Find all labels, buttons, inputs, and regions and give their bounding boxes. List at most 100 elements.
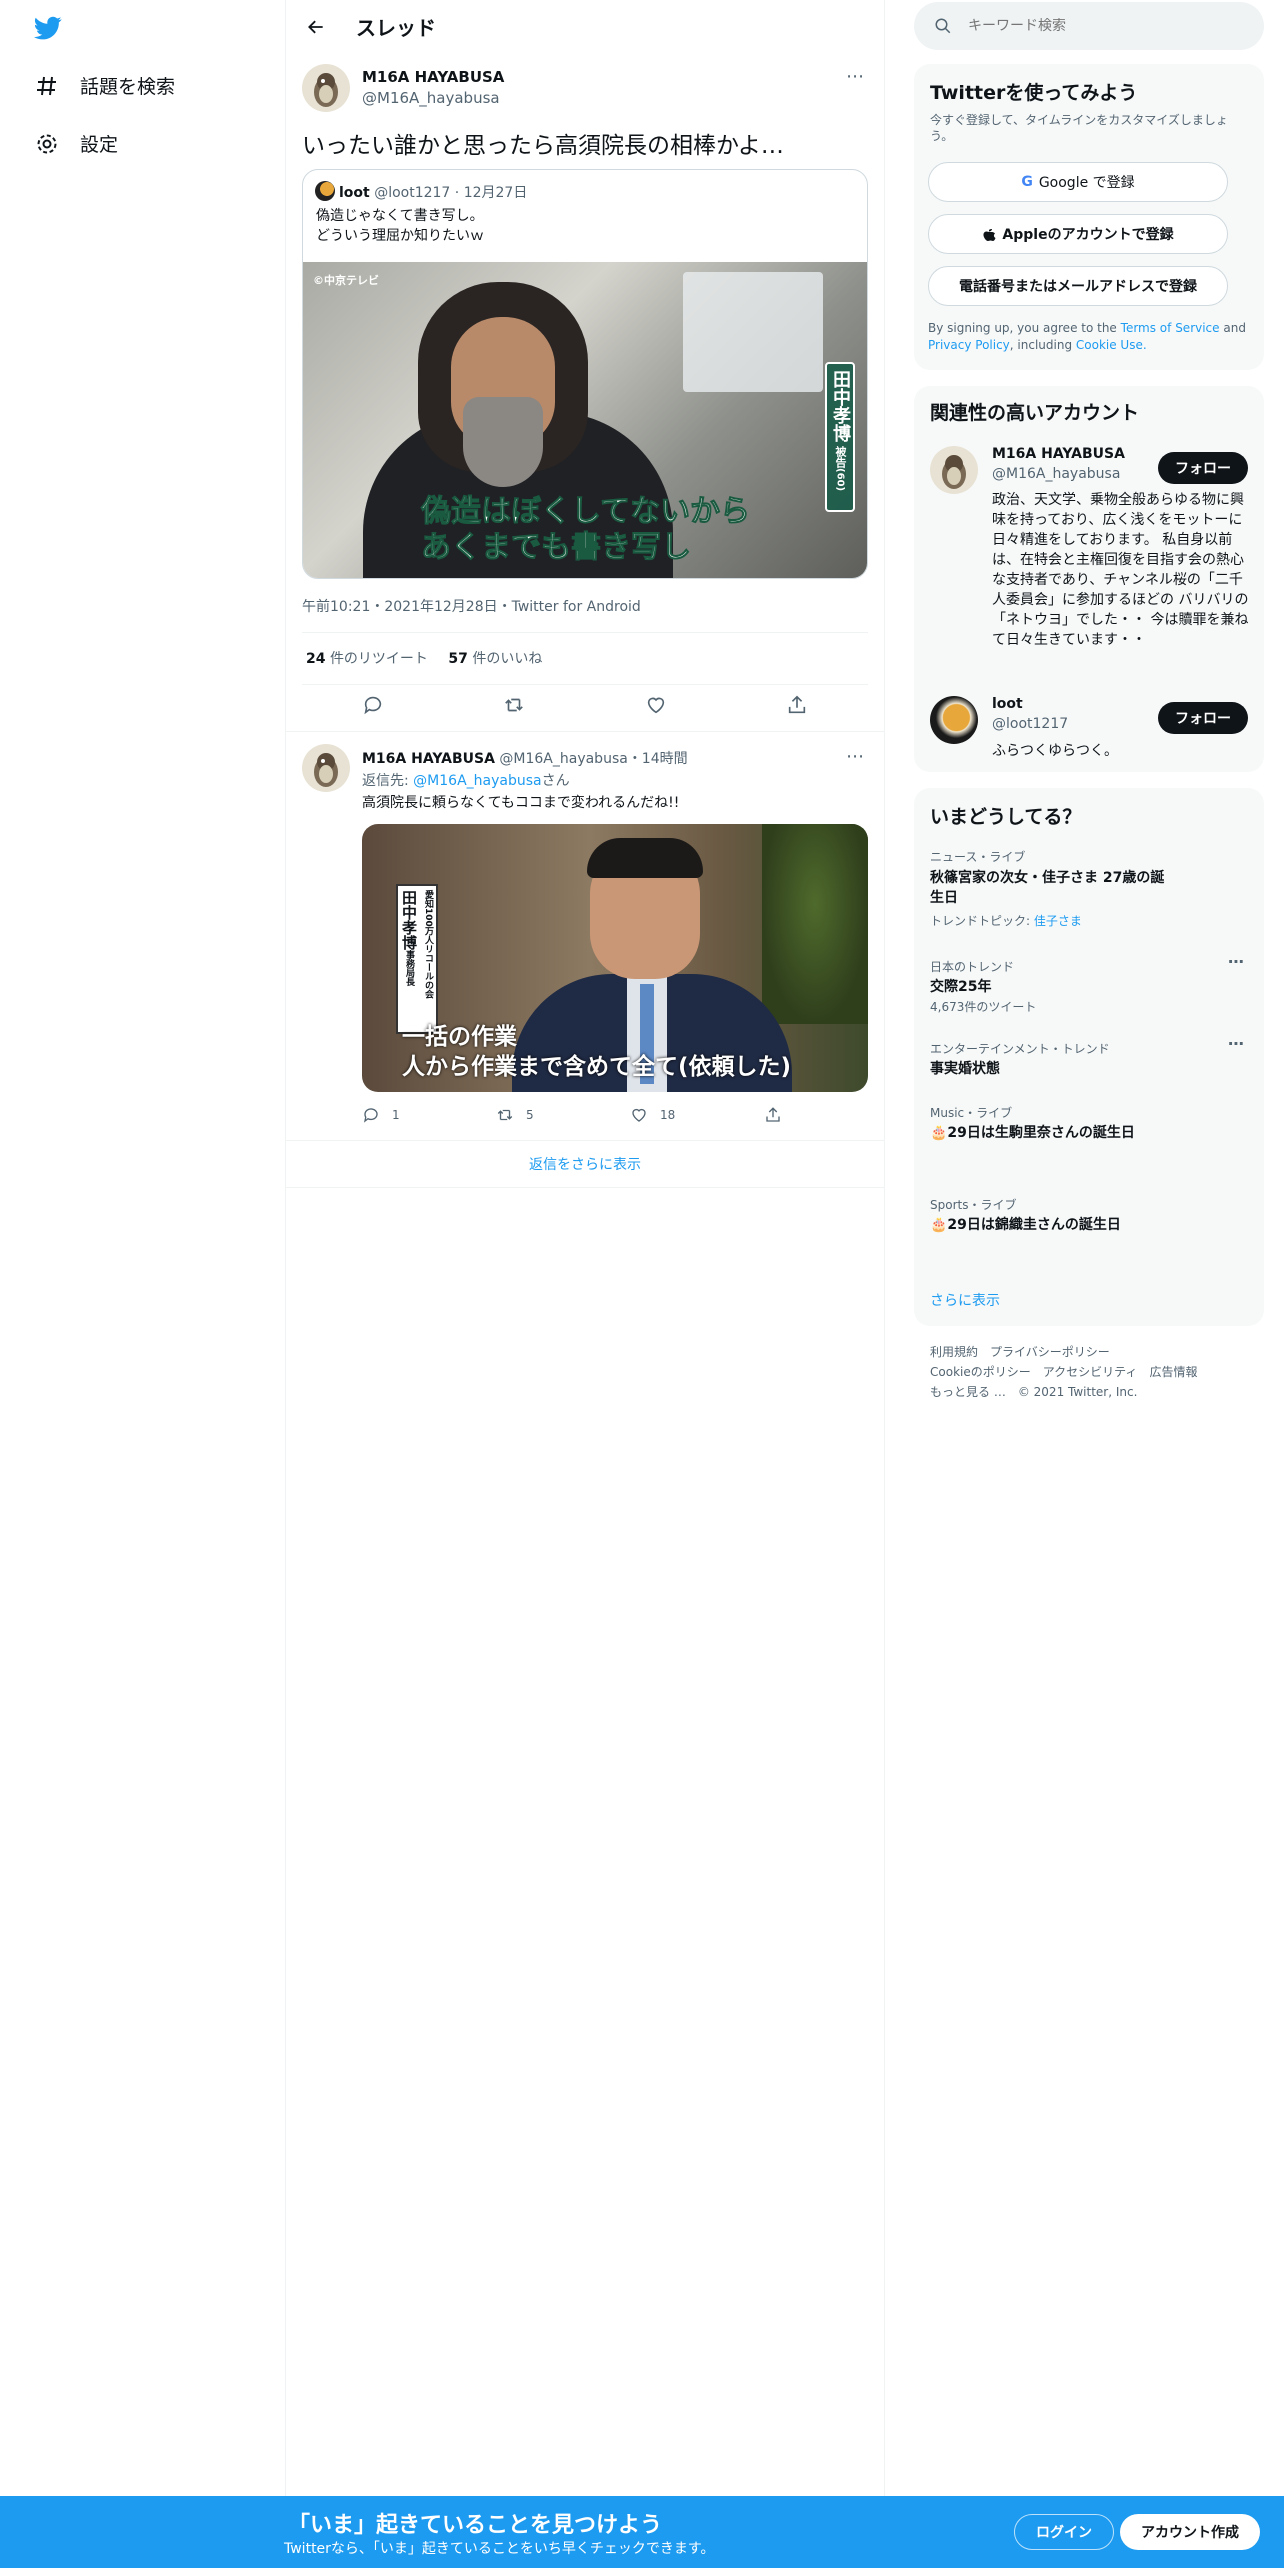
reply-time[interactable]: ・14時間: [628, 751, 688, 767]
related-handle-2[interactable]: @loot1217: [992, 716, 1068, 732]
footer-more[interactable]: もっと見る …: [930, 1385, 1006, 1399]
reply-to-link[interactable]: @M16A_hayabusa: [413, 773, 541, 789]
search-bar[interactable]: [914, 2, 1264, 50]
phone-signup-button[interactable]: 電話番号またはメールアドレスで登録: [928, 266, 1228, 306]
show-more-replies[interactable]: 返信をさらに表示: [286, 1154, 884, 1174]
more-options-icon[interactable]: ⋯: [846, 66, 865, 87]
man-hair: [587, 838, 703, 878]
retweet-stat[interactable]: 24 件のリツイート: [306, 651, 428, 667]
search-input[interactable]: [968, 18, 1228, 34]
nav-settings[interactable]: 設定: [34, 130, 118, 157]
reply-icon[interactable]: [362, 694, 384, 716]
reply-to-suffix: さん: [541, 773, 570, 789]
quote-image[interactable]: ©中京テレビ 田中孝博 被告 (60) 偽造はぼくしてないから あくまでも書き写…: [303, 262, 867, 578]
like-icon[interactable]: [645, 694, 667, 716]
like-icon: [632, 1108, 646, 1122]
image-caption-1: 偽造はぼくしてないから: [420, 494, 751, 530]
quote-avatar: [315, 181, 335, 201]
falcon-avatar-icon: [314, 753, 338, 787]
trend-context: Music・ライブ: [930, 1106, 1013, 1120]
tweet-stats: 24 件のリツイート 57 件のいいね: [306, 648, 542, 668]
reply-author-name[interactable]: M16A HAYABUSA: [362, 751, 495, 767]
footer-ads[interactable]: 広告情報: [1149, 1365, 1197, 1379]
reply-share-action[interactable]: [764, 1106, 782, 1124]
trend-more-icon[interactable]: ⋯: [1228, 1034, 1244, 1053]
signup-card: Twitterを使ってみよう 今すぐ登録して、タイムラインをカスタマイズしましょ…: [914, 64, 1264, 370]
footer-links: 利用規約 プライバシーポリシー Cookieのポリシー アクセシビリティ 広告情…: [930, 1342, 1250, 1402]
back-arrow-icon[interactable]: [302, 13, 330, 41]
reply-avatar[interactable]: [302, 744, 350, 792]
related-name-2[interactable]: loot: [992, 696, 1023, 712]
retweet-label: 件のリツイート: [329, 651, 428, 667]
trend-item[interactable]: 日本のトレンド ⋯ 交際25年 4,673件のツイート: [914, 952, 1264, 1014]
tweet-meta[interactable]: 午前10:21・2021年12月28日・Twitter for Android: [302, 596, 641, 616]
related-name-1[interactable]: M16A HAYABUSA: [992, 446, 1125, 462]
trend-context: ニュース・ライブ: [930, 850, 1026, 864]
retweet-count: 24: [306, 651, 326, 667]
reply-like-action[interactable]: 18: [630, 1106, 764, 1124]
author-name[interactable]: M16A HAYABUSA: [362, 68, 504, 86]
trend-context: Sports・ライブ: [930, 1198, 1017, 1212]
share-icon[interactable]: [786, 694, 808, 716]
legal-text: By signing up, you agree to the: [928, 321, 1117, 335]
trend-title: 交際25年: [930, 979, 992, 995]
reply-text: 高須院長に頼らなくてもココまで変われるんだね!!: [362, 795, 680, 811]
reply-to-line: 返信先: @M16A_hayabusaさん: [362, 770, 570, 790]
trend-count: 4,673件のツイート: [930, 1000, 1037, 1014]
trend-more-icon[interactable]: ⋯: [1228, 952, 1244, 971]
retweet-icon[interactable]: [503, 694, 525, 716]
related-accounts-card: 関連性の高いアカウント M16A HAYABUSA @M16A_hayabusa…: [914, 386, 1264, 772]
terms-link[interactable]: Terms of Service: [1121, 321, 1220, 335]
trend-context: 日本のトレンド: [930, 960, 1015, 974]
reply-author-handle[interactable]: @M16A_hayabusa: [499, 751, 627, 767]
google-signup-button[interactable]: G Google で登録: [928, 162, 1228, 202]
car-window: [683, 272, 823, 392]
nav-explore[interactable]: 話題を検索: [34, 72, 175, 99]
quote-tweet[interactable]: loot @loot1217 · 12月27日 偽造じゃなくて書き写し。 どうい…: [302, 169, 868, 579]
reply-retweet-action[interactable]: 5: [496, 1106, 630, 1124]
footer-cookie[interactable]: Cookieのポリシー: [930, 1365, 1031, 1379]
apple-icon: [983, 229, 996, 241]
like-stat[interactable]: 57 件のいいね: [448, 651, 542, 667]
plant: [762, 824, 868, 1024]
follow-button[interactable]: フォロー: [1158, 702, 1248, 734]
author-handle[interactable]: @M16A_hayabusa: [362, 89, 500, 107]
related-bio-1: 政治、天文学、乗物全般あらゆる物に興味を持っており、広く浅くをモットーに日々精進…: [992, 492, 1249, 648]
reply-image[interactable]: 愛知100万人リコールの会 田中孝博事務局長 一括の作業 人から作業まで含めて全…: [362, 824, 868, 1092]
show-more-trends[interactable]: さらに表示: [930, 1290, 1000, 1310]
reply-icon: [363, 1108, 378, 1123]
like-label: 件のいいね: [472, 651, 543, 667]
related-avatar-1[interactable]: [930, 446, 978, 494]
name-tag-org: 愛知100万人リコールの会: [423, 890, 433, 999]
page-title: スレッド: [356, 16, 436, 40]
related-avatar-2[interactable]: [930, 696, 978, 744]
name-tag-main: 田中孝博事務局長: [399, 890, 420, 1028]
apple-signup-button[interactable]: Appleのアカウントで登録: [928, 214, 1228, 254]
trend-item[interactable]: Music・ライブ 🎂29日は生駒里奈さんの誕生日: [914, 1104, 1264, 1144]
apple-signup-label: Appleのアカウントで登録: [1002, 227, 1174, 243]
name-tag-text: 田中孝博: [830, 370, 851, 442]
footer-privacy[interactable]: プライバシーポリシー: [990, 1345, 1110, 1359]
reply-reply-action[interactable]: 1: [362, 1106, 496, 1124]
follow-button[interactable]: フォロー: [1158, 452, 1248, 484]
footer-accessibility[interactable]: アクセシビリティ: [1043, 1365, 1138, 1379]
trend-item[interactable]: Sports・ライブ 🎂29日は錦織圭さんの誕生日: [914, 1196, 1264, 1236]
avatar[interactable]: [302, 64, 350, 112]
login-button[interactable]: ログイン: [1014, 2514, 1114, 2550]
trend-item[interactable]: エンターテインメント・トレンド ⋯ 事実婚状態: [914, 1034, 1264, 1080]
signup-button[interactable]: アカウント作成: [1120, 2514, 1260, 2550]
footer-terms[interactable]: 利用規約: [930, 1345, 978, 1359]
image-caption: 偽造はぼくしてないから あくまでも書き写し: [420, 494, 751, 566]
cookie-link[interactable]: Cookie Use.: [1076, 338, 1147, 352]
bottom-signup-bar: 「いま」起きていることを見つけよう Twitterなら、「いま」起きていることを…: [0, 2496, 1284, 2568]
trend-topic-link[interactable]: 佳子さま: [1034, 914, 1082, 928]
trend-topic-label: トレンドトピック:: [930, 914, 1034, 928]
reply-more-options-icon[interactable]: ⋯: [846, 746, 864, 767]
privacy-link[interactable]: Privacy Policy: [928, 338, 1010, 352]
nav-explore-label: 話題を検索: [80, 76, 176, 98]
twitter-logo-icon[interactable]: [32, 14, 64, 42]
trend-item[interactable]: ニュース・ライブ 秋篠宮家の次女・佳子さま 27歳の誕生日 トレンドトピック: …: [914, 848, 1264, 928]
quote-header: loot @loot1217 · 12月27日: [339, 185, 528, 201]
related-handle-1[interactable]: @M16A_hayabusa: [992, 466, 1120, 482]
trend-title: 秋篠宮家の次女・佳子さま 27歳の誕生日: [930, 870, 1165, 906]
